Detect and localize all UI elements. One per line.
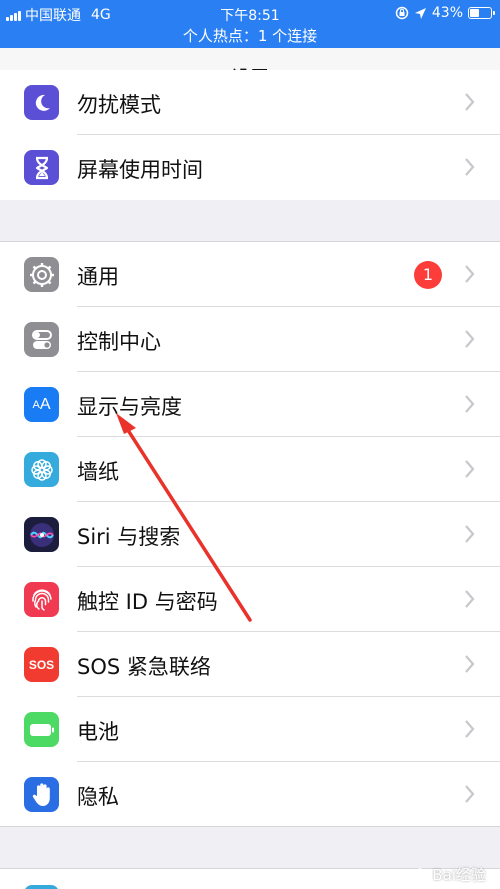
settings-row-label: 电池 [77, 720, 119, 744]
battery-icon [468, 7, 495, 19]
settings-row-emergency-sos[interactable]: SOS SOS 紧急联络 [0, 632, 500, 697]
chevron-right-icon [465, 330, 475, 348]
notification-badge: 1 [414, 261, 442, 289]
settings-row-label: 墙纸 [77, 460, 119, 484]
battery-percent: 43% [431, 5, 463, 21]
settings-row-label: 通用 [77, 265, 119, 289]
fingerprint-icon [24, 582, 59, 617]
sos-icon: SOS [24, 647, 59, 682]
status-bar: 中国联通 4G 下午8:51 43% 个人热点：1 个连接 [0, 0, 500, 48]
settings-row-label: SOS 紧急联络 [77, 655, 211, 679]
sos-icon-text: SOS [28, 657, 55, 672]
rotation-lock-icon [395, 6, 409, 20]
hand-icon [24, 777, 59, 812]
settings-group-focus: 勿扰模式 屏幕使用时间 [0, 70, 500, 200]
settings-group-main: 通用 1 控制中心 AA 显示与亮度 墙纸 Siri 与搜索 触控 ID 与密码… [0, 241, 500, 827]
settings-row-display-brightness[interactable]: AA 显示与亮度 [0, 372, 500, 437]
chevron-right-icon [465, 460, 475, 478]
chevron-right-icon [465, 158, 475, 176]
settings-row-label: Siri 与搜索 [77, 525, 181, 549]
moon-icon [24, 85, 59, 120]
siri-icon [24, 517, 59, 552]
settings-row-siri-search[interactable]: Siri 与搜索 [0, 502, 500, 567]
chevron-right-icon [465, 395, 475, 413]
hotspot-banner[interactable]: 个人热点：1 个连接 [0, 25, 500, 46]
chevron-right-icon [465, 720, 475, 738]
settings-row-screen-time[interactable]: 屏幕使用时间 [0, 135, 500, 200]
flower-icon [24, 452, 59, 487]
text-size-icon: AA [24, 387, 59, 422]
chevron-right-icon [465, 655, 475, 673]
battery-icon [24, 712, 59, 747]
watermark: Bai经验 [412, 864, 486, 885]
watermark-text: Bai经验 [432, 866, 486, 884]
settings-row-label: 显示与亮度 [77, 395, 182, 419]
paw-icon [414, 867, 427, 881]
next-row-icon [24, 885, 59, 889]
settings-row-control-center[interactable]: 控制中心 [0, 307, 500, 372]
settings-row-label: 屏幕使用时间 [77, 158, 203, 182]
settings-row-label: 隐私 [77, 785, 119, 809]
chevron-right-icon [465, 785, 475, 803]
settings-row-general[interactable]: 通用 1 [0, 242, 500, 307]
chevron-right-icon [465, 525, 475, 543]
settings-row-do-not-disturb[interactable]: 勿扰模式 [0, 70, 500, 135]
settings-row-label: 控制中心 [77, 330, 161, 354]
settings-row-privacy[interactable]: 隐私 [0, 762, 500, 827]
toggles-icon [24, 322, 59, 357]
settings-row-wallpaper[interactable]: 墙纸 [0, 437, 500, 502]
gear-icon [24, 257, 59, 292]
settings-row-battery[interactable]: 电池 [0, 697, 500, 762]
chevron-right-icon [465, 590, 475, 608]
settings-row-label: 勿扰模式 [77, 93, 161, 117]
settings-row-label: 触控 ID 与密码 [77, 590, 218, 614]
hourglass-icon [24, 150, 59, 185]
chevron-right-icon [465, 265, 475, 283]
location-icon [414, 7, 426, 19]
chevron-right-icon [465, 93, 475, 111]
settings-row-touch-id-passcode[interactable]: 触控 ID 与密码 [0, 567, 500, 632]
